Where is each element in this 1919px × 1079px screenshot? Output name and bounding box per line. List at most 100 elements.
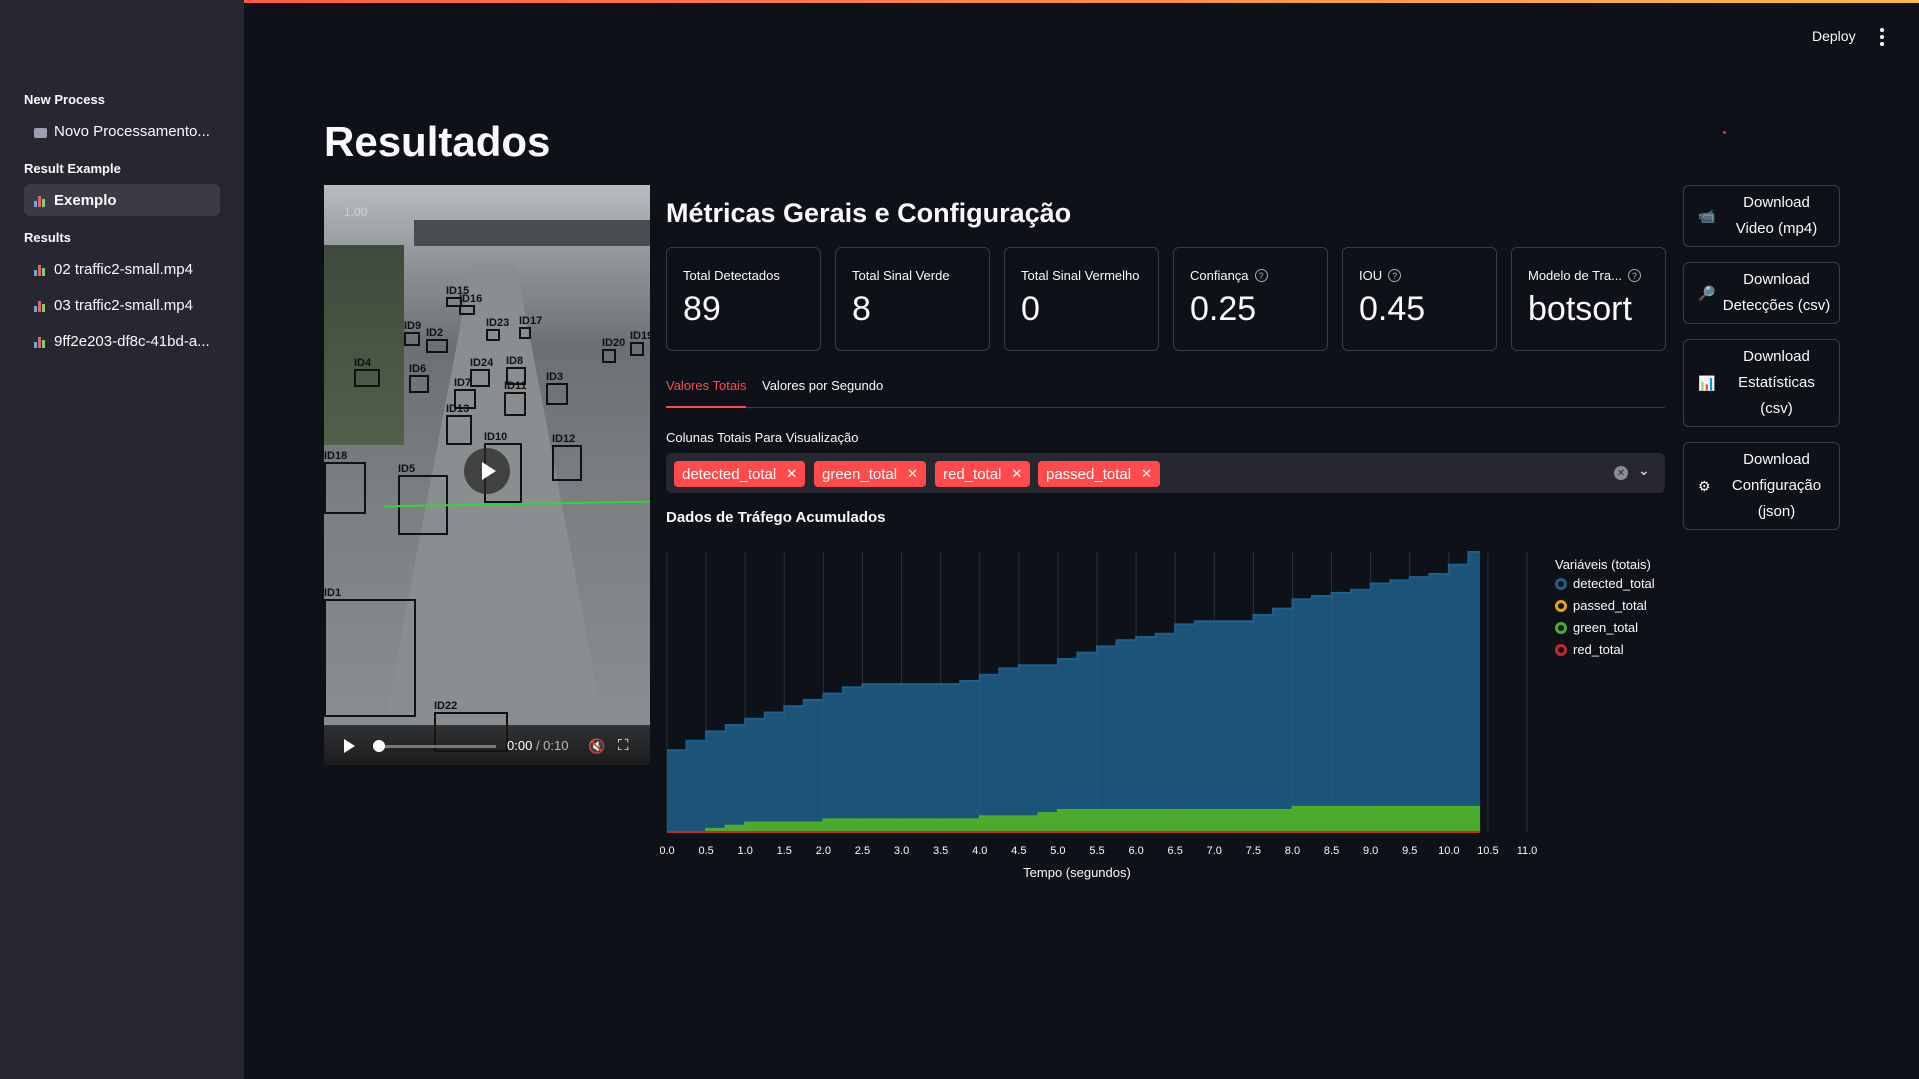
play-icon[interactable] <box>344 739 355 753</box>
detection-label: ID8 <box>506 355 524 367</box>
legend-label: passed_total <box>1573 598 1647 613</box>
detection-label: ID10 <box>484 431 508 443</box>
x-tick-label: 10.5 <box>1477 845 1498 857</box>
x-axis-label: Tempo (segundos) <box>1023 865 1131 880</box>
detection-label: ID22 <box>434 700 458 712</box>
seek-bar[interactable] <box>378 745 496 748</box>
chevron-down-icon[interactable]: ⌄ <box>1638 462 1650 479</box>
metric-label: Total Sinal Verde <box>852 268 950 283</box>
remove-chip-icon[interactable]: ✕ <box>1141 466 1152 482</box>
status-dot <box>1723 131 1726 134</box>
download-label-line: Download <box>1743 451 1810 468</box>
remove-chip-icon[interactable]: ✕ <box>907 466 918 482</box>
detection-label: ID12 <box>552 433 576 445</box>
series-area-detected_total <box>667 552 1481 832</box>
sidebar-item-novo-processamento[interactable]: Novo Processamento... <box>24 115 220 147</box>
remove-chip-icon[interactable]: ✕ <box>1011 466 1022 482</box>
gear-icon: ⚙ <box>1698 477 1711 494</box>
legend-label: red_total <box>1573 642 1624 657</box>
metric-card: Confiança? 0.25 <box>1173 247 1328 351</box>
chip-red-total: red_total ✕ <box>935 461 1031 487</box>
x-tick-label: 9.0 <box>1363 845 1378 857</box>
download-label-line: Estatísticas <box>1738 374 1815 391</box>
multiselect-label: Colunas Totais Para Visualização <box>666 430 859 445</box>
metric-value: 0.25 <box>1190 290 1257 328</box>
sidebar-item-label: 03 traffic2-small.mp4 <box>54 296 193 314</box>
tab-valores-por-segundo[interactable]: Valores por Segundo <box>762 378 883 393</box>
x-tick-label: 7.5 <box>1246 845 1261 857</box>
camera-icon <box>34 125 47 138</box>
x-tick-label: 0.0 <box>660 845 675 857</box>
deploy-button[interactable]: Deploy <box>1812 28 1856 44</box>
x-tick-label: 1.0 <box>738 845 753 857</box>
detection-box <box>324 462 366 514</box>
metric-value: 0 <box>1021 290 1040 328</box>
main-menu-icon[interactable] <box>1880 28 1884 46</box>
help-icon[interactable]: ? <box>1627 269 1641 282</box>
help-icon[interactable]: ? <box>1388 269 1402 282</box>
top-decoration-bar <box>0 0 1919 3</box>
detection-box <box>459 305 475 315</box>
columns-multiselect[interactable]: detected_total ✕ green_total ✕ red_total ✕ … <box>666 453 1665 493</box>
remove-chip-icon[interactable]: ✕ <box>786 466 797 482</box>
metrics-heading: Métricas Gerais e Configuração <box>666 198 1072 228</box>
download-label-line: Detecções (csv) <box>1722 297 1831 314</box>
x-tick-label: 7.0 <box>1207 845 1222 857</box>
detection-label: ID9 <box>404 320 422 332</box>
sidebar-item-result-3[interactable]: 9ff2e203-df8c-41bd-a... <box>24 325 220 357</box>
sidebar-section-new-process: New Process <box>24 92 105 107</box>
download-detections-button[interactable]: 🔎 Download Detecções (csv) <box>1683 262 1840 324</box>
metric-label: Confiança? <box>1190 268 1268 283</box>
seek-handle[interactable] <box>373 740 385 752</box>
download-stats-button[interactable]: 📊 Download Estatísticas (csv) <box>1683 339 1840 427</box>
video-player[interactable]: 1.00 ID15ID16ID9ID2ID23ID17ID20ID19ID4ID… <box>324 185 650 765</box>
download-label-line: Configuração <box>1731 477 1822 494</box>
bar-chart-icon <box>34 263 47 276</box>
chip-label: passed_total <box>1046 465 1132 483</box>
legend-item[interactable]: green_total <box>1555 620 1638 635</box>
legend-item[interactable]: passed_total <box>1555 598 1647 613</box>
x-tick-label: 2.0 <box>816 845 831 857</box>
legend-label: detected_total <box>1573 576 1655 591</box>
chart-title: Dados de Tráfego Acumulados <box>666 509 886 526</box>
sidebar-item-result-1[interactable]: 02 traffic2-small.mp4 <box>24 253 220 285</box>
legend-marker <box>1555 577 1567 590</box>
detection-box <box>486 329 500 341</box>
metric-label-text: Total Detectados <box>683 268 780 283</box>
sidebar-item-label: 02 traffic2-small.mp4 <box>54 260 193 278</box>
page-title: Resultados <box>324 118 551 165</box>
download-video-button[interactable]: 📹 Download Video (mp4) <box>1683 185 1840 247</box>
clear-all-icon[interactable]: ✕ <box>1614 466 1628 480</box>
metric-label-text: Total Sinal Verde <box>852 268 950 283</box>
bar-chart-icon <box>34 194 47 207</box>
mute-icon[interactable]: 🔇 <box>588 738 605 755</box>
tab-valores-totais[interactable]: Valores Totais <box>666 378 746 393</box>
x-tick-label: 4.5 <box>1011 845 1026 857</box>
download-config-button[interactable]: ⚙ Download Configuração (json) <box>1683 442 1840 530</box>
detection-label: ID13 <box>446 403 470 415</box>
detection-label: ID4 <box>354 357 372 369</box>
detection-box <box>426 339 448 353</box>
chip-detected-total: detected_total ✕ <box>674 461 806 487</box>
chip-label: green_total <box>822 465 898 483</box>
x-tick-label: 3.5 <box>933 845 948 857</box>
detection-box <box>506 367 526 385</box>
play-overlay-button[interactable] <box>464 448 510 494</box>
x-tick-label: 4.0 <box>972 845 987 857</box>
legend-item[interactable]: detected_total <box>1555 576 1655 591</box>
bar-chart-icon <box>34 335 47 348</box>
help-icon[interactable]: ? <box>1254 269 1268 282</box>
detection-label: ID5 <box>398 463 416 475</box>
download-label-line: Video (mp4) <box>1735 220 1818 237</box>
metric-card: Modelo de Tra...? botsort <box>1511 247 1666 351</box>
legend-marker <box>1555 599 1567 612</box>
fullscreen-icon[interactable]: ⛶ <box>618 737 629 754</box>
detection-label: ID24 <box>470 357 494 369</box>
sidebar-item-result-2[interactable]: 03 traffic2-small.mp4 <box>24 289 220 321</box>
sidebar-item-exemplo[interactable]: Exemplo <box>24 184 220 216</box>
detection-label: ID16 <box>459 293 483 305</box>
detection-label: ID3 <box>546 371 564 383</box>
legend-item[interactable]: red_total <box>1555 642 1624 657</box>
x-tick-label: 11.0 <box>1517 845 1538 857</box>
download-label-line: Download <box>1743 271 1810 288</box>
